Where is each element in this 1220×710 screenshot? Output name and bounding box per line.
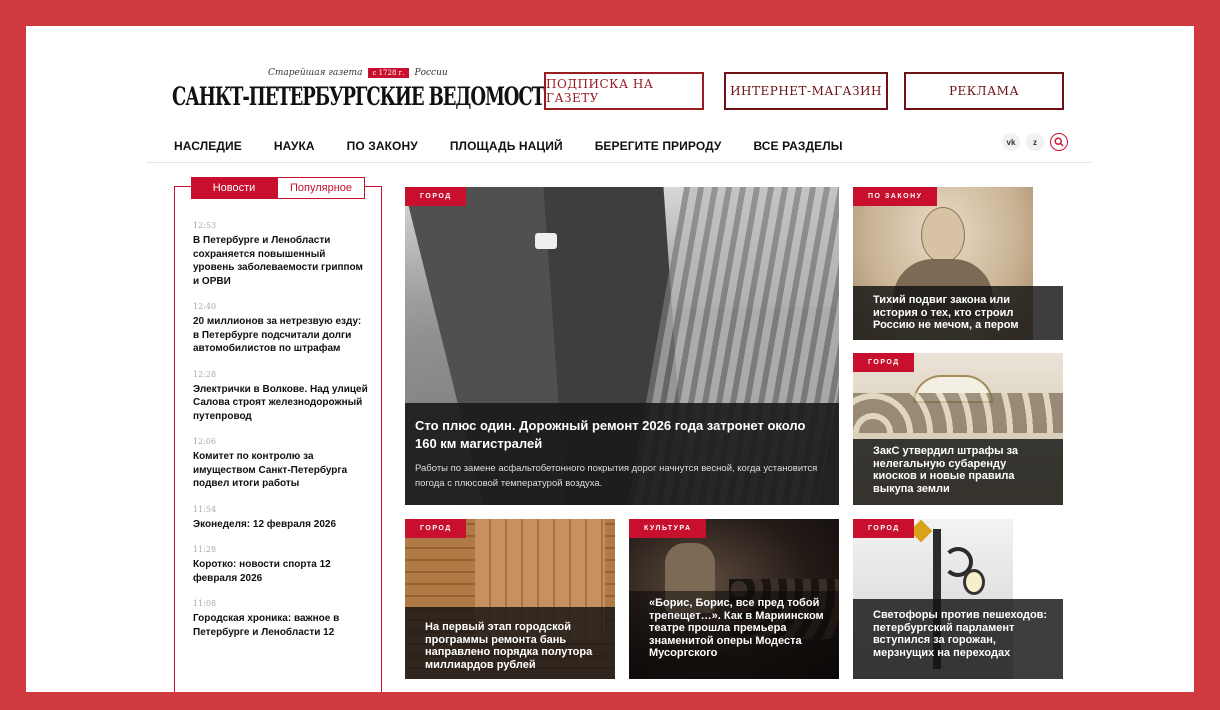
news-item[interactable]: 11:28 Коротко: новости спорта 12 февраля…	[193, 545, 369, 585]
zen-icon[interactable]: z	[1026, 133, 1044, 151]
news-title[interactable]: Электрички в Волкове. Над улицей Салова …	[193, 383, 369, 424]
news-title[interactable]: 20 миллионов за нетрезвую езду: в Петерб…	[193, 315, 369, 356]
vk-icon[interactable]: vk	[1002, 133, 1020, 151]
category-badge[interactable]: ПО ЗАКОНУ	[853, 187, 937, 206]
news-time: 11:28	[193, 545, 217, 554]
card-title[interactable]: На первый этап городской программы ремон…	[425, 621, 605, 671]
article-card-opera[interactable]: КУЛЬТУРА «Борис, Борис, все пред тобой т…	[629, 519, 839, 679]
news-item[interactable]: 11:54 Эконеделя: 12 февраля 2026	[193, 505, 369, 532]
news-list: 12:53 В Петербурге и Ленобласти сохраняе…	[193, 221, 369, 653]
news-item[interactable]: 12:53 В Петербурге и Ленобласти сохраняе…	[193, 221, 369, 288]
article-card-sauna[interactable]: ГОРОД На первый этап городской программы…	[405, 519, 615, 679]
main-nav: НАСЛЕДИЕ НАУКА ПО ЗАКОНУ ПЛОЩАДЬ НАЦИЙ Б…	[174, 139, 875, 153]
featured-caption: Сто плюс один. Дорожный ремонт 2026 года…	[405, 403, 839, 505]
subscribe-button[interactable]: ПОДПИСКА НА ГАЗЕТУ	[544, 72, 704, 110]
news-time: 12:06	[193, 437, 217, 446]
ads-button[interactable]: РЕКЛАМА	[904, 72, 1064, 110]
header-divider	[146, 162, 1092, 163]
nav-item-all[interactable]: ВСЕ РАЗДЕЛЫ	[753, 139, 842, 153]
tagline-right: России	[414, 68, 448, 78]
category-badge[interactable]: ГОРОД	[405, 187, 466, 206]
featured-card[interactable]: ГОРОД Сто плюс один. Дорожный ремонт 202…	[405, 187, 839, 505]
page-frame: Старейшая газета с 1728 г. России САНКТ-ПЕ…	[26, 26, 1194, 692]
logo-wordmark: САНКТ-ПЕТЕРБУРГСКИЕ ВЕДОМОСТИ	[172, 82, 561, 111]
news-time: 11:54	[193, 504, 217, 514]
category-badge[interactable]: ГОРОД	[405, 519, 466, 538]
featured-title[interactable]: Сто плюс один. Дорожный ремонт 2026 года…	[415, 417, 825, 453]
news-title[interactable]: Эконеделя: 12 февраля 2026	[193, 518, 369, 532]
shop-button[interactable]: ИНТЕРНЕТ-МАГАЗИН	[724, 72, 888, 110]
tagline-left: Старейшая газета	[268, 68, 363, 78]
news-time: 12:40	[193, 302, 217, 311]
nav-item-nature[interactable]: БЕРЕГИТЕ ПРИРОДУ	[595, 139, 722, 153]
sidebar-tabs: Новости Популярное	[191, 177, 365, 199]
article-card-lights[interactable]: ГОРОД Светофоры против пешеходов: петерб…	[853, 519, 1063, 679]
car-shape	[535, 233, 557, 249]
card-caption: На первый этап городской программы ремон…	[405, 607, 615, 679]
search-icon[interactable]	[1050, 133, 1068, 151]
card-caption: ЗакС утвердил штрафы за нелегальную суба…	[853, 439, 1063, 505]
logo-tagline: Старейшая газета с 1728 г. России	[268, 68, 448, 78]
news-title[interactable]: Комитет по контролю за имуществом Санкт-…	[193, 450, 369, 491]
news-sidebar: Новости Популярное 12:53 В Петербурге и …	[174, 177, 382, 692]
card-title[interactable]: Светофоры против пешеходов: петербургски…	[873, 609, 1053, 659]
tab-popular[interactable]: Популярное	[277, 177, 365, 199]
news-time: 11:08	[193, 599, 217, 608]
social-icons: vk z	[1002, 133, 1068, 151]
tagline-ribbon: с 1728 г.	[368, 68, 409, 78]
news-item[interactable]: 12:40 20 миллионов за нетрезвую езду: в …	[193, 302, 369, 356]
nav-item-science[interactable]: НАУКА	[274, 139, 315, 153]
news-title[interactable]: Городская хроника: важное в Петербурге и…	[193, 612, 369, 639]
card-caption: Светофоры против пешеходов: петербургски…	[853, 599, 1063, 679]
news-time: 12:53	[193, 221, 217, 230]
news-title[interactable]: Коротко: новости спорта 12 февраля 2026	[193, 558, 369, 585]
site-logo[interactable]: Старейшая газета с 1728 г. России САНКТ-ПЕ…	[172, 66, 561, 126]
featured-lead: Работы по замене асфальтобетонного покры…	[415, 463, 818, 489]
article-card-law[interactable]: ПО ЗАКОНУ Тихий подвиг закона или истори…	[853, 187, 1063, 340]
nav-item-law[interactable]: ПО ЗАКОНУ	[347, 139, 418, 153]
category-badge[interactable]: КУЛЬТУРА	[629, 519, 706, 538]
card-caption: «Борис, Борис, все пред тобой трепещет…»…	[629, 591, 839, 679]
nav-item-nations[interactable]: ПЛОЩАДЬ НАЦИЙ	[450, 139, 563, 153]
category-badge[interactable]: ГОРОД	[853, 519, 914, 538]
news-time: 12:28	[193, 369, 217, 379]
card-title[interactable]: Тихий подвиг закона или история о тех, к…	[873, 294, 1051, 332]
nav-item-heritage[interactable]: НАСЛЕДИЕ	[174, 139, 242, 153]
article-card-zaks[interactable]: ГОРОД ЗакС утвердил штрафы за нелегальну…	[853, 353, 1063, 505]
news-item[interactable]: 12:06 Комитет по контролю за имуществом …	[193, 437, 369, 491]
card-title[interactable]: «Борис, Борис, все пред тобой трепещет…»…	[649, 597, 829, 660]
category-badge[interactable]: ГОРОД	[853, 353, 914, 372]
card-title[interactable]: ЗакС утвердил штрафы за нелегальную суба…	[873, 445, 1051, 495]
news-item[interactable]: 12:28 Электрички в Волкове. Над улицей С…	[193, 370, 369, 424]
tab-news[interactable]: Новости	[191, 177, 277, 199]
news-item[interactable]: 11:08 Городская хроника: важное в Петерб…	[193, 599, 369, 639]
news-title[interactable]: В Петербурге и Ленобласти сохраняется по…	[193, 234, 369, 288]
card-caption: Тихий подвиг закона или история о тех, к…	[853, 286, 1063, 340]
